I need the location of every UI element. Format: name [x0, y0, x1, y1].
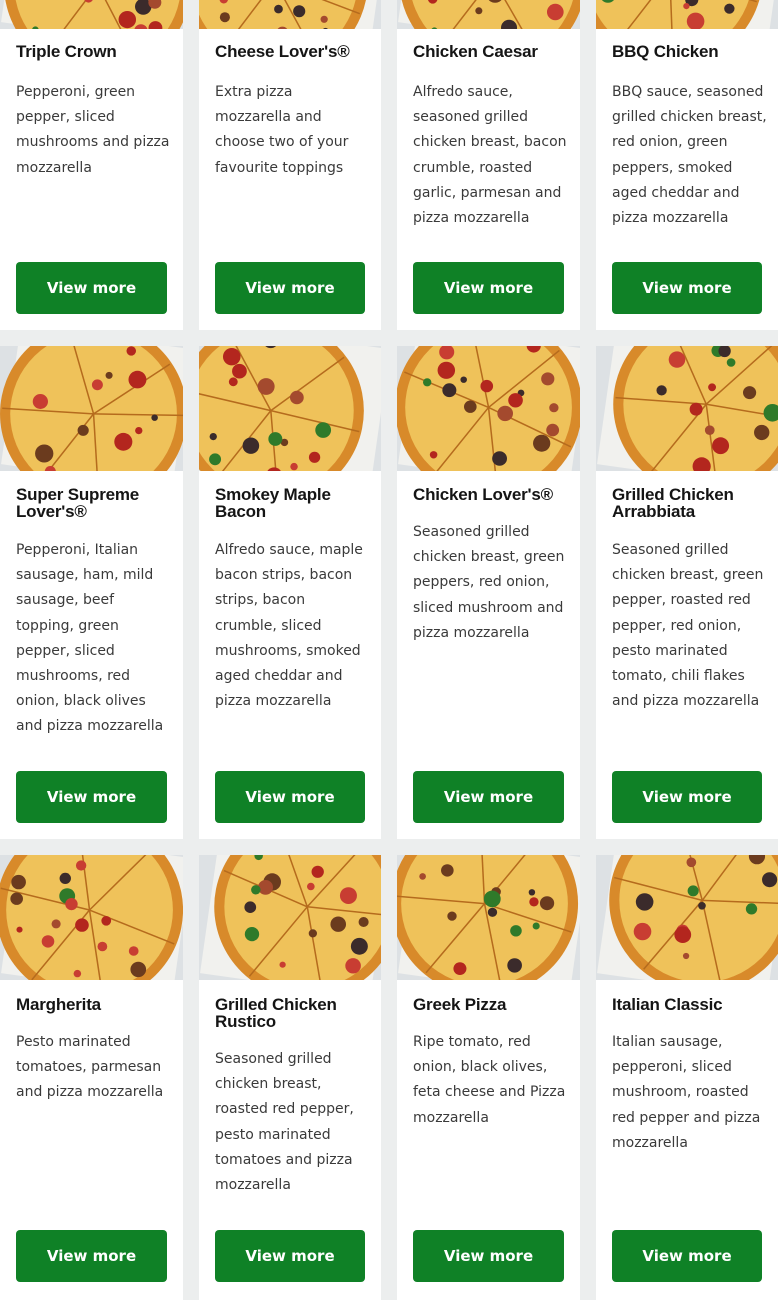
pizza-description: Seasoned grilled chicken breast, green p…	[612, 542, 764, 710]
pizza-card: Triple Crown Pepperoni, green pepper, sli…	[0, 0, 183, 330]
pizza-title: Smokey Maple Bacon	[215, 485, 331, 521]
pizza-description: Extra pizza mozzarella and choose two of…	[215, 84, 349, 176]
view-more-button[interactable]: View more	[16, 262, 167, 314]
pizza-card: BBQ Chicken BBQ sauce, seasoned grilled c…	[596, 0, 778, 330]
view-more-button[interactable]: View more	[215, 771, 365, 823]
pizza-title: Triple Crown	[16, 42, 117, 61]
pizza-image[interactable]	[397, 0, 580, 29]
pizza-description: Pepperoni, green pepper, sliced mushroom…	[16, 84, 170, 176]
pizza-card: Chicken Lover's® Seasoned grilled chicken…	[397, 346, 580, 839]
pizza-title: Cheese Lover's®	[215, 42, 350, 61]
view-more-button[interactable]: View more	[16, 1230, 167, 1282]
pizza-card: Grilled Chicken Rustico Seasoned grilled …	[199, 855, 381, 1300]
pizza-image[interactable]	[397, 855, 580, 980]
pizza-title: Grilled Chicken Rustico	[215, 995, 337, 1031]
pizza-card: Margherita Pesto marinated tomatoes, parm…	[0, 855, 183, 1300]
pizza-title: Greek Pizza	[413, 995, 507, 1014]
pizza-card: Greek Pizza Ripe tomato, red onion, black…	[397, 855, 580, 1300]
view-more-button[interactable]: View more	[16, 771, 167, 823]
pizza-image[interactable]	[199, 855, 381, 980]
pizza-description: Italian sausage, pepperoni, sliced mushr…	[612, 1034, 761, 1151]
pizza-image[interactable]	[596, 0, 778, 29]
pizza-title: Chicken Lover's®	[413, 485, 553, 504]
pizza-description: Alfredo sauce, seasoned grilled chicken …	[413, 84, 567, 227]
view-more-button[interactable]: View more	[612, 1230, 762, 1282]
pizza-card: Grilled Chicken Arrabbiata Seasoned grill…	[596, 346, 778, 839]
pizza-title: Super Supreme Lover's®	[16, 485, 140, 521]
pizza-image[interactable]	[397, 346, 580, 471]
pizza-description: Seasoned grilled chicken breast, roasted…	[215, 1051, 354, 1194]
pizza-title: Grilled Chicken Arrabbiata	[612, 485, 734, 521]
pizza-image[interactable]	[0, 855, 183, 980]
pizza-card: Super Supreme Lover's® Pepperoni, Italian…	[0, 346, 183, 839]
pizza-card: Smokey Maple Bacon Alfredo sauce, maple b…	[199, 346, 381, 839]
pizza-image[interactable]	[596, 855, 778, 980]
pizza-description: Alfredo sauce, maple bacon strips, bacon…	[215, 542, 363, 710]
view-more-button[interactable]: View more	[413, 262, 564, 314]
pizza-image[interactable]	[199, 346, 381, 471]
pizza-title: Chicken Caesar	[413, 42, 538, 61]
pizza-image[interactable]	[596, 346, 778, 471]
pizza-description: Pesto marinated tomatoes, parmesan and p…	[16, 1034, 164, 1101]
pizza-title: Italian Classic	[612, 995, 723, 1014]
pizza-title: Margherita	[16, 995, 101, 1014]
view-more-button[interactable]: View more	[215, 262, 365, 314]
view-more-button[interactable]: View more	[612, 262, 762, 314]
pizza-image[interactable]	[0, 0, 183, 29]
pizza-description: Pepperoni, Italian sausage, ham, mild sa…	[16, 542, 164, 735]
pizza-image[interactable]	[0, 346, 183, 471]
pizza-title: BBQ Chicken	[612, 42, 719, 61]
view-more-button[interactable]: View more	[413, 771, 564, 823]
pizza-description: Seasoned grilled chicken breast, green p…	[413, 524, 565, 641]
view-more-button[interactable]: View more	[413, 1230, 564, 1282]
pizza-card: Chicken Caesar Alfredo sauce, seasoned gr…	[397, 0, 580, 330]
view-more-button[interactable]: View more	[612, 771, 762, 823]
pizza-description: BBQ sauce, seasoned grilled chicken brea…	[612, 84, 767, 227]
pizza-description: Ripe tomato, red onion, black olives, fe…	[413, 1034, 566, 1126]
pizza-card: Cheese Lover's® Extra pizza mozzarella an…	[199, 0, 381, 330]
pizza-image[interactable]	[199, 0, 381, 29]
pizza-card: Italian Classic Italian sausage, pepperon…	[596, 855, 778, 1300]
view-more-button[interactable]: View more	[215, 1230, 365, 1282]
